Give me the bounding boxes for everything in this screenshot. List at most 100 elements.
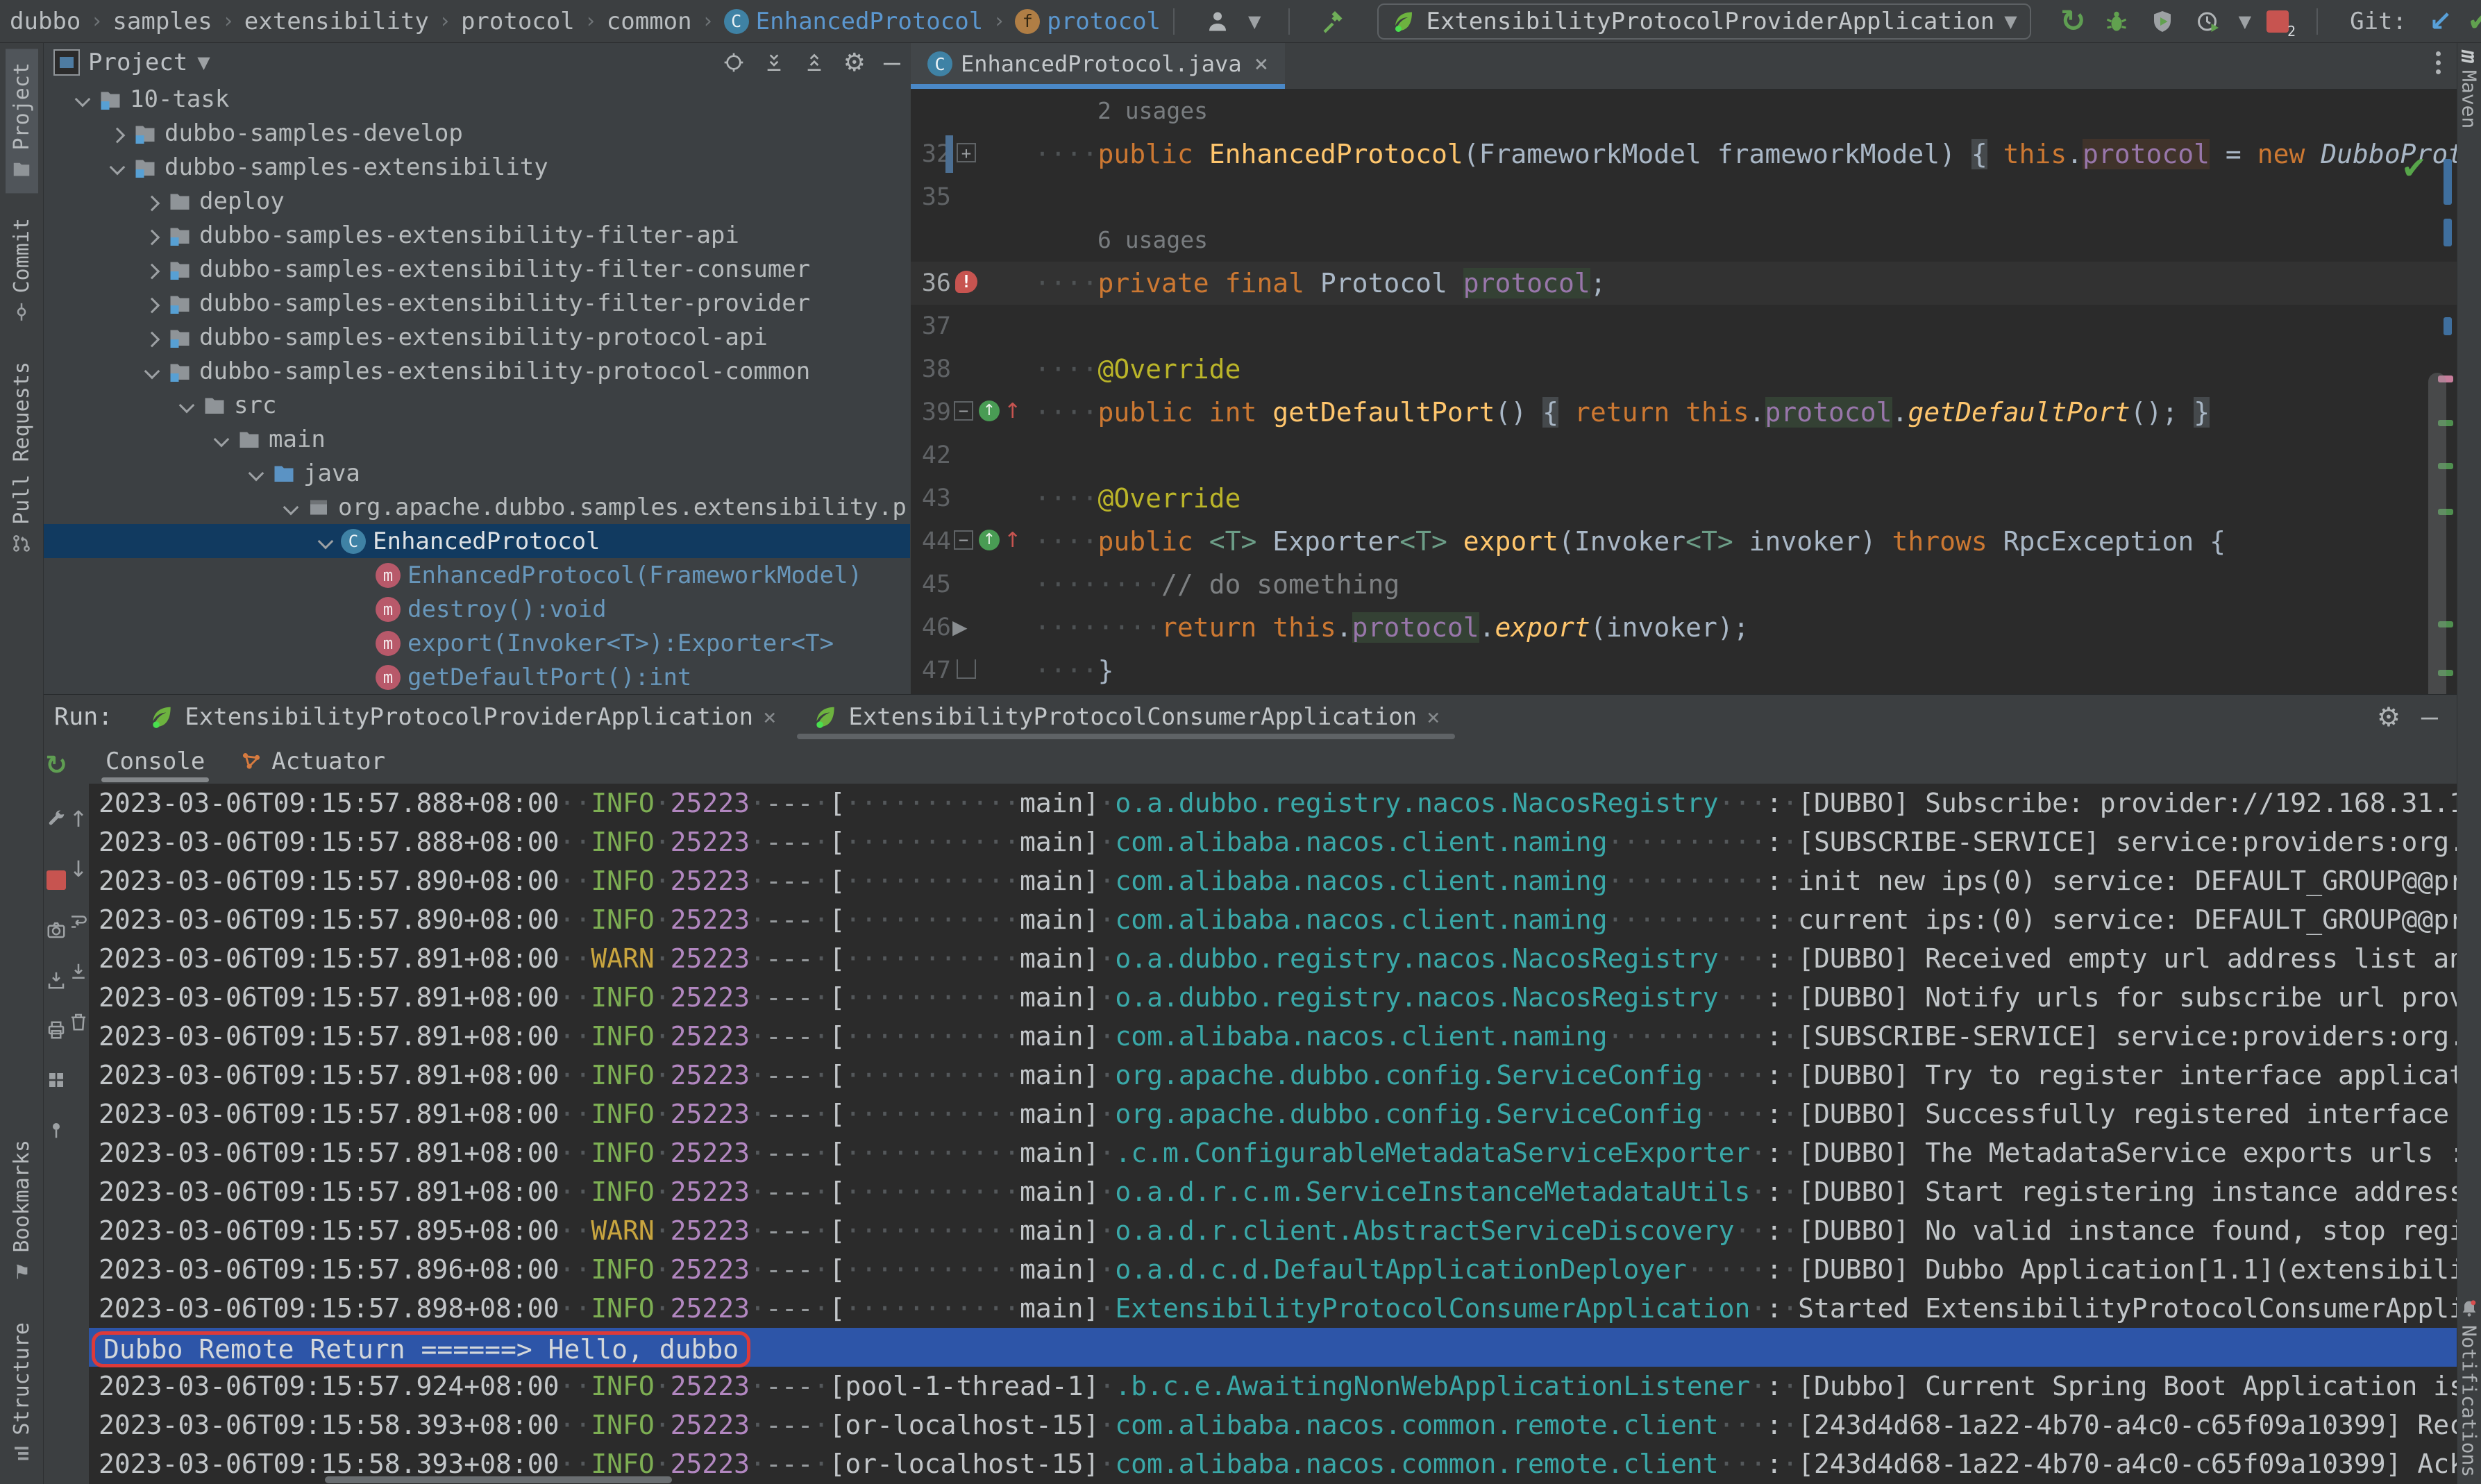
project-panel-title[interactable]: Project [88, 49, 187, 76]
settings-gear-icon[interactable]: ⚙ [843, 49, 866, 77]
chevron-icon[interactable] [140, 218, 167, 252]
tree-item[interactable]: dubbo-samples-extensibility-filter-provi… [44, 286, 910, 320]
tree-item[interactable]: mgetDefaultPort():int [44, 660, 910, 694]
chevron-icon[interactable] [140, 252, 167, 286]
tab-console[interactable]: Console [106, 739, 205, 784]
settings-gear-icon[interactable]: ⚙ [2377, 702, 2400, 732]
chevron-icon[interactable] [209, 422, 237, 456]
debug-button[interactable] [2101, 6, 2132, 37]
code-line[interactable]: 36!····private final Protocol protocol; [911, 262, 2457, 305]
log-row[interactable]: 2023-03-06T09:15:57.890+08:00··INFO·2522… [89, 900, 2457, 939]
log-row[interactable]: 2023-03-06T09:15:57.895+08:00··WARN·2522… [89, 1211, 2457, 1250]
soft-wrap-icon[interactable] [67, 910, 90, 934]
profiler-button[interactable] [2193, 6, 2223, 37]
chevron-icon[interactable] [278, 490, 306, 524]
tree-item[interactable]: CEnhancedProtocol [44, 524, 910, 558]
pin-tab-icon[interactable] [44, 1118, 68, 1142]
fold-icon[interactable]: − [954, 401, 973, 421]
layout-grid-icon[interactable] [44, 1068, 68, 1092]
breadcrumb-item[interactable]: common [607, 8, 692, 35]
build-hammer-icon[interactable] [1318, 6, 1348, 37]
override-icon[interactable]: ↑ [979, 530, 1000, 550]
tree-item[interactable]: 10-task [44, 82, 910, 116]
log-row[interactable]: 2023-03-06T09:15:57.891+08:00··WARN·2522… [89, 939, 2457, 978]
horizontal-scrollbar[interactable] [325, 1476, 672, 1483]
sidebar-tab-maven[interactable]: m Maven [2457, 50, 2481, 129]
log-row[interactable]: 2023-03-06T09:15:57.898+08:00··INFO·2522… [89, 1289, 2457, 1328]
sidebar-tab-project[interactable]: Project [6, 49, 38, 193]
code-line[interactable]: 32+····public EnhancedProtocol(Framework… [911, 133, 2457, 176]
breadcrumb-item[interactable]: extensibility [244, 8, 429, 35]
run-configuration-select[interactable]: ExtensibilityProtocolProviderApplication… [1377, 3, 2030, 40]
fold-end-icon[interactable] [957, 659, 976, 679]
stop-button[interactable]: 2 [2266, 10, 2289, 33]
chevron-icon[interactable] [105, 150, 133, 184]
log-row[interactable]: 2023-03-06T09:15:57.924+08:00··INFO·2522… [89, 1367, 2457, 1406]
tree-item[interactable]: deploy [44, 184, 910, 218]
code-line[interactable]: 43····@Override [911, 477, 2457, 520]
run-button[interactable]: ↻ [2060, 3, 2086, 39]
stop-button[interactable] [44, 868, 68, 892]
tree-item[interactable]: mEnhancedProtocol(FrameworkModel) [44, 558, 910, 592]
code-line[interactable]: 42 [911, 434, 2457, 477]
log-row[interactable]: 2023-03-06T09:15:57.891+08:00··INFO·2522… [89, 1095, 2457, 1133]
code-line[interactable]: 39−↑↑····public int getDefaultPort() { r… [911, 391, 2457, 434]
breadcrumb-item[interactable]: protocol [461, 8, 575, 35]
collapse-all-icon[interactable] [803, 51, 825, 74]
code-line[interactable]: 38····@Override [911, 348, 2457, 391]
log-row[interactable]: Dubbo Remote Return ======> Hello, dubbo [89, 1328, 2457, 1367]
sidebar-tab-notifications[interactable]: Notifications [2458, 1299, 2481, 1477]
tree-item[interactable]: src [44, 388, 910, 422]
tree-item[interactable]: org.apache.dubbo.samples.extensibility.p… [44, 490, 910, 524]
inlay-hint[interactable]: 2 usages [911, 90, 2457, 133]
run-tab-provider[interactable]: ExtensibilityProtocolProviderApplication… [131, 695, 794, 739]
sidebar-tab-bookmarks[interactable]: ⚑ Bookmarks [6, 1126, 38, 1298]
log-row[interactable]: 2023-03-06T09:15:57.891+08:00··INFO·2522… [89, 1172, 2457, 1211]
git-commit-button[interactable]: ✔ [2468, 6, 2481, 37]
tree-item[interactable]: mdestroy():void [44, 592, 910, 626]
chevron-icon[interactable] [174, 388, 202, 422]
fold-icon[interactable]: + [957, 143, 976, 162]
tree-item[interactable]: java [44, 456, 910, 490]
tree-item[interactable]: dubbo-samples-extensibility [44, 150, 910, 184]
printer-icon[interactable] [44, 1018, 68, 1042]
log-row[interactable]: 2023-03-06T09:15:57.891+08:00··INFO·2522… [89, 1133, 2457, 1172]
clear-console-icon[interactable] [67, 1010, 90, 1034]
thread-dump-camera-icon[interactable] [44, 918, 68, 942]
editor-tab[interactable]: C EnhancedProtocol.java × [911, 43, 1285, 85]
chevron-icon[interactable] [70, 82, 98, 116]
run-with-coverage-button[interactable] [2147, 6, 2178, 37]
breadcrumb-item[interactable]: protocol [1047, 8, 1161, 35]
log-row[interactable]: 2023-03-06T09:15:57.891+08:00··INFO·2522… [89, 1017, 2457, 1056]
chevron-icon[interactable] [140, 354, 167, 388]
chevron-down-icon[interactable]: ▼ [197, 53, 210, 72]
chevron-icon[interactable] [140, 320, 167, 354]
scroll-up-icon[interactable]: ↑ [67, 807, 90, 831]
chevron-icon[interactable] [140, 184, 167, 218]
close-icon[interactable]: × [1427, 704, 1440, 730]
user-icon[interactable] [1202, 6, 1233, 37]
git-update-button[interactable]: ↙ [2429, 6, 2453, 37]
sidebar-tab-pull-requests[interactable]: Pull Requests [6, 348, 38, 568]
fold-icon[interactable]: − [954, 530, 973, 550]
code-line[interactable]: 47····} [911, 649, 2457, 692]
chevron-icon[interactable] [140, 286, 167, 320]
code-editor[interactable]: 2 usages32+····public EnhancedProtocol(F… [911, 90, 2457, 694]
hide-panel-icon[interactable]: — [2421, 710, 2438, 724]
hide-panel-icon[interactable]: — [884, 56, 900, 69]
run-tab-consumer[interactable]: ExtensibilityProtocolConsumerApplication… [794, 695, 1458, 739]
tab-actuator[interactable]: Actuator [239, 739, 385, 784]
breadcrumb-item[interactable]: dubbo [10, 8, 81, 35]
tree-item[interactable]: dubbo-samples-extensibility-protocol-com… [44, 354, 910, 388]
breadcrumb-item[interactable]: EnhancedProtocol [756, 8, 984, 35]
breadcrumb-item[interactable]: samples [112, 8, 212, 35]
inspections-ok-icon[interactable]: ✔ [2401, 151, 2427, 186]
override-icon[interactable]: ↑ [979, 400, 1000, 421]
code-line[interactable]: 37 [911, 305, 2457, 348]
code-line[interactable]: 44−↑↑····public <T> Exporter<T> export(I… [911, 520, 2457, 563]
log-row[interactable]: 2023-03-06T09:15:57.891+08:00··INFO·2522… [89, 978, 2457, 1017]
editor-scrollbar[interactable] [2428, 373, 2446, 694]
sidebar-tab-structure[interactable]: Structure [6, 1308, 38, 1478]
log-row[interactable]: 2023-03-06T09:15:57.888+08:00··INFO·2522… [89, 823, 2457, 861]
expand-all-icon[interactable] [763, 51, 785, 74]
